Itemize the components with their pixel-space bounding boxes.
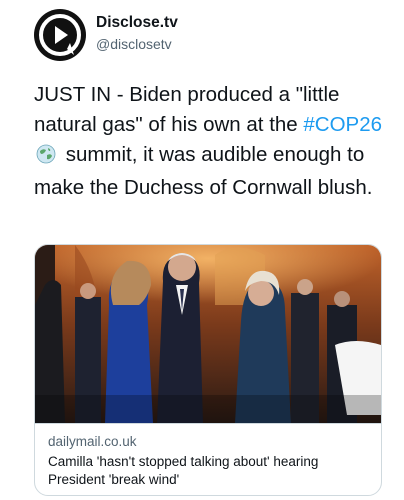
link-headline[interactable]: Camilla 'hasn't stopped talking about' h…: [48, 453, 370, 489]
card-divider: [35, 423, 381, 424]
play-logo-icon: [39, 14, 81, 56]
tweet-text: JUST IN - Biden produced a "little natur…: [34, 80, 384, 203]
hashtag-link[interactable]: #COP26: [303, 113, 382, 136]
article-photo: [35, 245, 381, 423]
tweet-text-part: JUST IN - Biden produced a "little natur…: [34, 83, 340, 136]
author-name[interactable]: Disclose.tv: [96, 14, 178, 32]
globe-emoji-icon: [36, 143, 56, 173]
link-domain[interactable]: dailymail.co.uk: [48, 434, 137, 449]
link-card[interactable]: dailymail.co.uk Camilla 'hasn't stopped …: [34, 244, 382, 496]
avatar[interactable]: [34, 9, 86, 61]
author-handle[interactable]: @disclosetv: [96, 36, 172, 52]
tweet-text-part: summit, it was audible enough to make th…: [34, 143, 373, 199]
